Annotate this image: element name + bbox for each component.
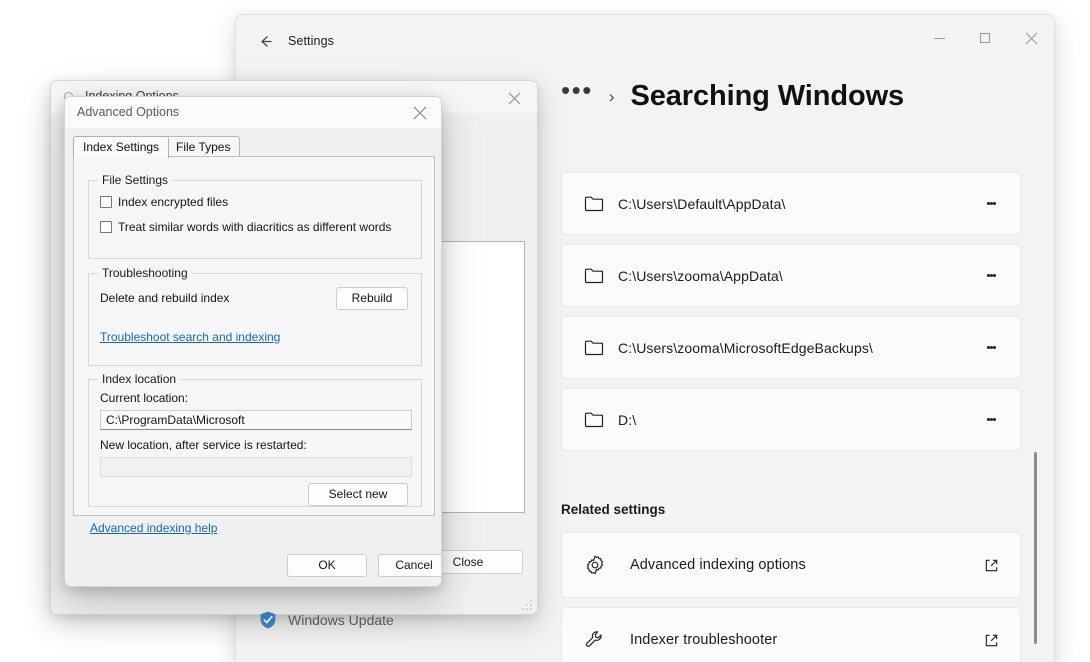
select-new-button[interactable]: Select new: [308, 483, 408, 506]
index-encrypted-files-label: Index encrypted files: [118, 195, 229, 209]
arrow-left-icon: [257, 33, 274, 55]
kebab-menu-icon[interactable]: [978, 201, 1004, 207]
rebuild-index-label: Delete and rebuild index: [100, 291, 230, 305]
related-settings-heading: Related settings: [561, 502, 666, 517]
excluded-folders-list: C:\Users\Default\AppData\ C:\Users\zooma…: [561, 172, 1021, 460]
troubleshooting-group-title: Troubleshooting: [98, 266, 192, 280]
settings-window-title: Settings: [288, 34, 334, 48]
tab-index-settings[interactable]: Index Settings: [73, 136, 170, 158]
minimize-icon: [933, 37, 945, 39]
chevron-right-icon: ›: [608, 86, 615, 106]
folder-icon: [584, 267, 618, 284]
wrench-icon: [584, 629, 630, 651]
shield-icon: [258, 610, 278, 630]
kebab-menu-icon[interactable]: [978, 273, 1004, 279]
background-list-item-label: Windows Update: [288, 612, 394, 628]
resize-grip[interactable]: [521, 598, 533, 610]
folder-icon: [584, 339, 618, 356]
folder-path: C:\Users\zooma\AppData\: [618, 267, 783, 284]
window-controls: [916, 15, 1054, 61]
troubleshoot-search-link[interactable]: Troubleshoot search and indexing: [100, 330, 280, 344]
new-location-field[interactable]: [100, 457, 412, 477]
related-item-advanced-indexing-options[interactable]: Advanced indexing options: [561, 532, 1021, 598]
new-location-label: New location, after service is restarted…: [100, 438, 307, 452]
ok-button[interactable]: OK: [287, 554, 367, 577]
advanced-options-titlebar: Advanced Options: [65, 97, 441, 128]
cancel-button[interactable]: Cancel: [378, 554, 441, 577]
background-list-item-windows-update[interactable]: Windows Update: [258, 610, 394, 630]
rebuild-button[interactable]: Rebuild: [336, 287, 408, 310]
related-item-label: Indexer troubleshooter: [630, 632, 778, 648]
treat-diacritics-label: Treat similar words with diacritics as d…: [118, 220, 392, 234]
close-icon: [1025, 32, 1038, 45]
maximize-icon: [980, 33, 990, 43]
current-location-label: Current location:: [100, 391, 189, 405]
tab-file-types[interactable]: File Types: [166, 136, 241, 157]
external-link-icon[interactable]: [978, 633, 1004, 648]
tabstrip: Index Settings File Types: [73, 136, 435, 158]
file-settings-group: File Settings Index encrypted files Trea…: [88, 173, 422, 259]
advanced-options-close-button[interactable]: [405, 101, 435, 124]
advanced-indexing-help-link[interactable]: Advanced indexing help: [90, 521, 217, 535]
folder-path: D:\: [618, 411, 637, 428]
index-encrypted-files-row[interactable]: Index encrypted files: [100, 195, 228, 209]
settings-titlebar: Settings: [236, 15, 1054, 62]
folder-path: C:\Users\zooma\MicrosoftEdgeBackups\: [618, 339, 873, 356]
troubleshooting-group: Troubleshooting Delete and rebuild index…: [88, 266, 422, 366]
index-location-group-title: Index location: [98, 372, 181, 386]
maximize-button[interactable]: [962, 15, 1008, 61]
list-item[interactable]: C:\Users\zooma\AppData\: [561, 244, 1021, 307]
page-title: Searching Windows: [630, 80, 905, 112]
related-item-label: Advanced indexing options: [630, 557, 806, 573]
folder-icon: [584, 195, 618, 212]
folder-icon: [584, 411, 618, 428]
kebab-menu-icon[interactable]: [978, 345, 1004, 351]
related-item-indexer-troubleshooter[interactable]: Indexer troubleshooter: [561, 607, 1021, 662]
kebab-menu-icon[interactable]: [978, 417, 1004, 423]
breadcrumb: ••• › Searching Windows: [561, 77, 905, 113]
vertical-scrollbar[interactable]: [1034, 452, 1037, 644]
treat-diacritics-row[interactable]: Treat similar words with diacritics as d…: [100, 220, 391, 234]
advanced-options-dialog: Advanced Options Index Settings File Typ…: [64, 96, 442, 587]
related-settings-list: Advanced indexing options Indexer troubl…: [561, 532, 1021, 662]
back-button[interactable]: [250, 29, 280, 59]
index-location-group: Index location Current location: C:\Prog…: [88, 372, 422, 507]
close-window-button[interactable]: [1008, 15, 1054, 61]
file-settings-group-title: File Settings: [98, 173, 173, 187]
screen: Settings ••• › Searching Windows C:\User…: [0, 0, 1090, 662]
folder-path: C:\Users\Default\AppData\: [618, 195, 786, 212]
current-location-field: C:\ProgramData\Microsoft: [100, 410, 412, 430]
external-link-icon[interactable]: [978, 558, 1004, 573]
list-item[interactable]: C:\Users\zooma\MicrosoftEdgeBackups\: [561, 316, 1021, 379]
treat-diacritics-checkbox[interactable]: [100, 221, 112, 233]
indexing-options-close-button[interactable]: [499, 86, 529, 110]
breadcrumb-overflow-icon[interactable]: •••: [561, 77, 593, 103]
gear-icon: [584, 554, 630, 576]
list-item[interactable]: C:\Users\Default\AppData\: [561, 172, 1021, 235]
index-encrypted-files-checkbox[interactable]: [100, 196, 112, 208]
advanced-options-title: Advanced Options: [77, 105, 180, 119]
list-item[interactable]: D:\: [561, 388, 1021, 451]
index-settings-panel: File Settings Index encrypted files Trea…: [73, 156, 435, 516]
minimize-button[interactable]: [916, 15, 962, 61]
